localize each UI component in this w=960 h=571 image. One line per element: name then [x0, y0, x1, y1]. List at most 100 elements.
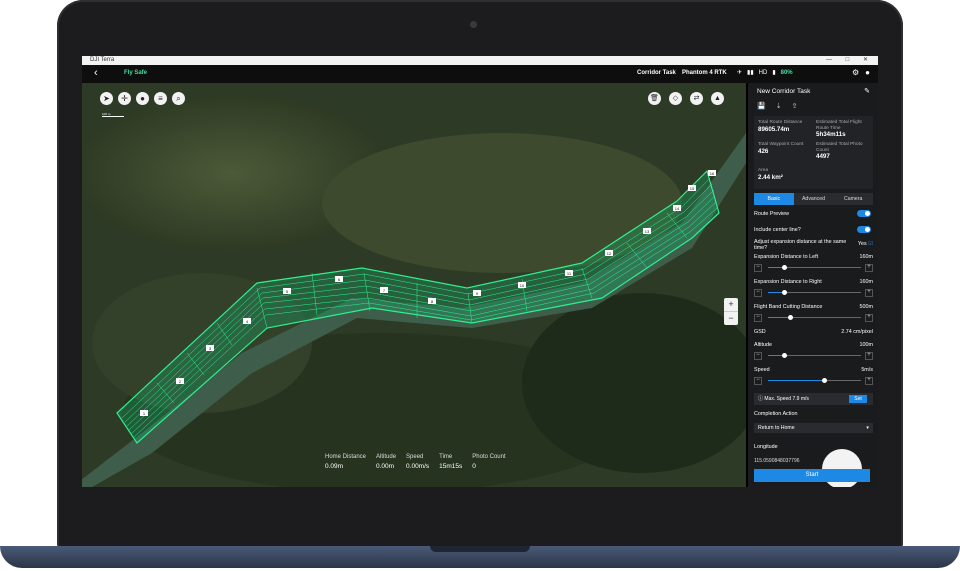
satellite-icon: ✈: [737, 70, 743, 76]
import-icon[interactable]: ⇣: [776, 102, 782, 110]
tab-advanced[interactable]: Advanced: [794, 193, 834, 205]
left-distance-label: Expansion Distance to Left: [754, 254, 819, 260]
summary-flight-time: Estimated Total Flight Route Time 5h34m11…: [816, 120, 872, 138]
swap-icon[interactable]: ⇄: [690, 92, 703, 105]
window-titlebar: DJI Terra — □ ✕: [82, 56, 878, 65]
speed-slider[interactable]: − +: [754, 377, 873, 385]
summary-label: Estimated Total Flight Route Time: [816, 120, 862, 131]
right-distance-slider[interactable]: − +: [754, 289, 873, 297]
plus-button[interactable]: +: [865, 264, 873, 272]
start-button[interactable]: Start: [754, 469, 870, 482]
export-icon[interactable]: ⇪: [792, 102, 798, 110]
window-controls[interactable]: — □ ✕: [826, 56, 874, 65]
cutting-distance-value: 500m: [859, 304, 874, 310]
segment-label: 12: [607, 251, 612, 256]
back-icon[interactable]: ‹: [94, 67, 98, 79]
minus-button[interactable]: −: [754, 352, 762, 360]
tab-basic[interactable]: Basic: [754, 193, 794, 205]
set-button[interactable]: Set: [849, 395, 867, 403]
max-speed-text: Max. Speed 7.9 m/s: [764, 396, 809, 402]
cutting-distance-slider[interactable]: − +: [754, 314, 873, 322]
screen: DJI Terra — □ ✕ ‹ Fly Safe Corridor Task…: [82, 56, 878, 487]
tab-camera[interactable]: Camera: [833, 193, 873, 205]
save-icon[interactable]: 💾: [757, 102, 766, 110]
plus-button[interactable]: +: [865, 377, 873, 385]
compass-icon[interactable]: ➤: [100, 92, 113, 105]
zoom-control: + −: [724, 298, 738, 325]
stat-label: Speed: [406, 454, 424, 460]
map-right-toolbar: 🗑 ◇ ⇄ ▲: [648, 92, 724, 105]
stat-label: Photo Count: [472, 454, 506, 460]
pin-icon[interactable]: ●: [136, 92, 149, 105]
stat-value: 15m15s: [439, 463, 463, 470]
completion-dropdown[interactable]: Return to Home ▾: [754, 423, 873, 433]
edit-icon[interactable]: ✎: [864, 87, 870, 95]
speed-value: 5m/s: [861, 367, 873, 373]
minus-button[interactable]: −: [754, 289, 762, 297]
segment-label: 10: [520, 283, 525, 288]
zoom-out-button[interactable]: −: [724, 312, 738, 325]
summary-value: 4497: [816, 153, 830, 160]
summary-value: 89605.74m: [758, 125, 790, 133]
slider-knob[interactable]: [781, 265, 787, 270]
left-distance-slider[interactable]: − +: [754, 264, 873, 272]
minus-button[interactable]: −: [754, 264, 762, 272]
slider-fill: [768, 317, 791, 318]
minus-button[interactable]: −: [754, 314, 762, 322]
gear-icon[interactable]: ⚙: [852, 68, 859, 77]
route-preview-label: Route Preview: [754, 211, 790, 217]
layers-icon[interactable]: ≡: [154, 92, 167, 105]
cutting-distance-row: Flight Band Cutting Distance 500m: [754, 304, 873, 310]
zoom-in-button[interactable]: +: [724, 298, 738, 312]
right-distance-row: Expansion Distance to Right 160m: [754, 279, 873, 285]
fly-safe-link[interactable]: Fly Safe: [124, 70, 147, 76]
webcam: [470, 21, 477, 28]
locate-icon[interactable]: ✛: [118, 92, 131, 105]
trash-icon[interactable]: 🗑: [648, 92, 661, 105]
summary-value: 2.44 km²: [758, 173, 783, 181]
speed-label: Speed: [754, 367, 770, 373]
minus-button[interactable]: −: [754, 377, 762, 385]
adjust-value[interactable]: Yes ☑: [858, 241, 873, 247]
panel-title: New Corridor Task: [757, 88, 811, 95]
window-title: DJI Terra: [90, 57, 115, 63]
hd-label: HD: [758, 69, 768, 76]
checkbox-icon[interactable]: ☑: [868, 241, 873, 247]
marker-icon[interactable]: ▲: [711, 92, 724, 105]
segment-label: 15: [690, 186, 695, 191]
battery-icon: ▮: [772, 70, 776, 76]
slider-knob[interactable]: [821, 378, 827, 383]
longitude-value[interactable]: 115.0590848037796: [754, 458, 800, 464]
longitude-label: Longitude: [754, 444, 778, 450]
stat-value: 0: [472, 463, 476, 470]
slider-knob[interactable]: [788, 315, 794, 320]
center-line-toggle[interactable]: [857, 226, 871, 233]
task-settings-panel: New Corridor Task ✎ 💾 ⇣ ⇪ Total Route Di…: [748, 83, 878, 487]
altitude-slider[interactable]: − +: [754, 352, 873, 360]
map-toolbar: ➤ ✛ ● ≡ ⌕: [100, 92, 185, 105]
segment-label: 14: [675, 206, 680, 211]
stat-label: Home Distance: [325, 454, 367, 460]
stat-value: 0.00m: [376, 463, 395, 470]
signal-icon: ▮▮: [747, 70, 754, 76]
plus-button[interactable]: +: [865, 352, 873, 360]
slider-knob[interactable]: [781, 290, 787, 295]
slider-knob[interactable]: [781, 353, 787, 358]
user-icon[interactable]: ●: [865, 68, 870, 77]
route-preview-toggle[interactable]: [857, 210, 871, 217]
search-icon[interactable]: ⌕: [172, 92, 185, 105]
route-summary: Total Route Distance 89605.74m Estimated …: [754, 116, 873, 189]
satellite-map[interactable]: 1 2 3 4 5 6 7 8 9 10 11 12 13 14 15 16 ➤ ✛ ● ≡ ⌕ 100 m …: [82, 83, 746, 487]
map-canvas: 12345678910111213141516: [82, 83, 746, 487]
plus-button[interactable]: +: [865, 289, 873, 297]
adjust-label: Adjust expansion distance at the same ti…: [754, 239, 847, 251]
gsd-row: GSD 2.74 cm/pixel: [754, 329, 873, 335]
summary-area: Area 2.44 km²: [758, 168, 813, 180]
stat-time: Time 15m15s: [439, 454, 462, 470]
route-preview-row: Route Preview: [754, 210, 873, 217]
altitude-value: 100m: [859, 342, 874, 348]
summary-photo-count: Estimated Total Photo Count 4497: [816, 142, 872, 160]
eraser-icon[interactable]: ◇: [669, 92, 682, 105]
cutting-distance-label: Flight Band Cutting Distance: [754, 304, 823, 310]
plus-button[interactable]: +: [865, 314, 873, 322]
